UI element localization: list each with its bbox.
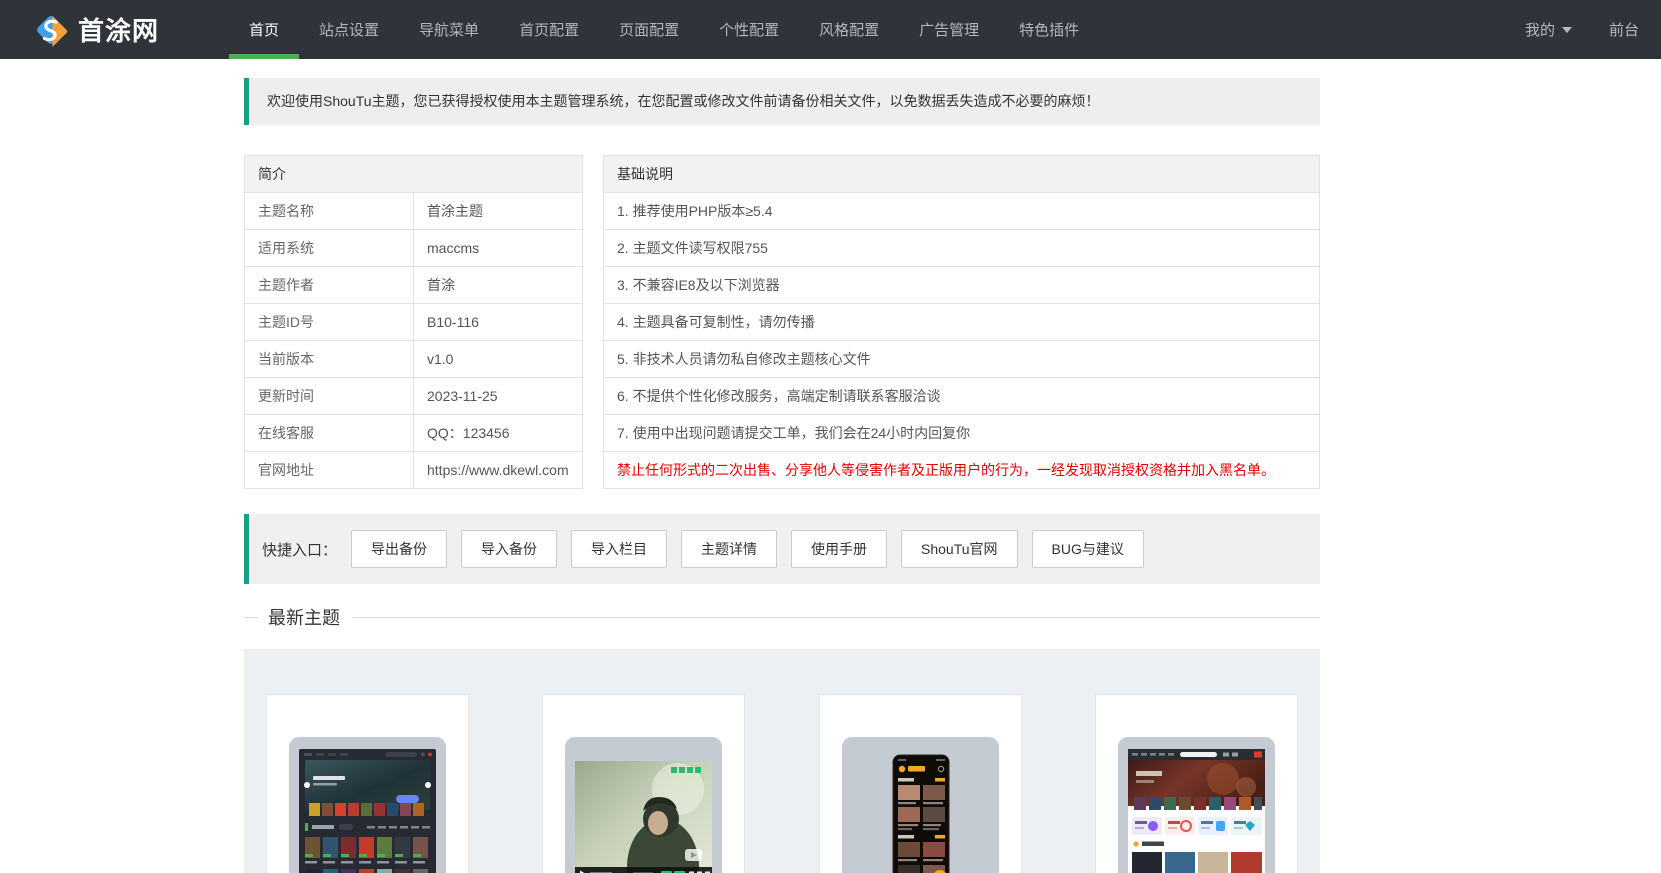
row-label: 主题ID号 bbox=[244, 303, 414, 341]
table-row: 更新时间 2023-11-25 bbox=[244, 377, 583, 415]
row-value: QQ：123456 bbox=[413, 414, 583, 452]
info-tables-row: 简介 主题名称 首涂主题 适用系统 maccms 主题作者 首涂 主题ID号 B… bbox=[244, 155, 1320, 489]
table-row: 主题作者 首涂 bbox=[244, 266, 583, 304]
table-row: 4. 主题具备可复制性，请勿传播 bbox=[603, 303, 1320, 341]
heading-rule bbox=[353, 616, 1320, 618]
logo[interactable]: 首涂网 bbox=[33, 11, 159, 48]
nav-tab[interactable]: 特色插件 bbox=[999, 0, 1099, 59]
user-menu-label: 我的 bbox=[1524, 22, 1555, 39]
nav-tab[interactable]: 导航菜单 bbox=[399, 0, 499, 59]
quick-entry-button[interactable]: 主题详情 bbox=[681, 530, 778, 568]
theme-card-mobile-app[interactable] bbox=[818, 694, 1022, 873]
note-text: 1. 推荐使用PHP版本≥5.4 bbox=[603, 192, 1320, 230]
warning-row: 禁止任何形式的二次出售、分享他人等侵害作者及正版用户的行为，一经发现取消授权资格… bbox=[603, 451, 1320, 489]
row-label: 官网地址 bbox=[244, 451, 414, 489]
table-row: 主题ID号 B10-116 bbox=[244, 303, 583, 341]
nav-tab[interactable]: 站点设置 bbox=[299, 0, 399, 59]
quick-entry-button[interactable]: 使用手册 bbox=[791, 530, 888, 568]
row-value: 2023-11-25 bbox=[413, 377, 583, 415]
quick-entry-section: 快捷入口： 导出备份 导入备份 导入栏目 主题详情 使用手册 ShouTu官网 BUG与建议 bbox=[244, 514, 1320, 584]
nav-tab[interactable]: 风格配置 bbox=[799, 0, 899, 59]
welcome-alert-text: 欢迎使用ShouTu主题，您已获得授权使用本主题管理系统，在您配置或修改文件前请… bbox=[267, 93, 1100, 109]
main-content: 欢迎使用ShouTu主题，您已获得授权使用本主题管理系统，在您配置或修改文件前请… bbox=[244, 78, 1320, 873]
row-label: 主题名称 bbox=[244, 192, 414, 230]
nav-tab[interactable]: 首页 bbox=[229, 0, 300, 59]
note-text: 4. 主题具备可复制性，请勿传播 bbox=[603, 303, 1320, 341]
theme-3-thumbnail bbox=[892, 754, 950, 873]
notes-table-header: 基础说明 bbox=[603, 155, 1320, 193]
intro-table: 简介 主题名称 首涂主题 适用系统 maccms 主题作者 首涂 主题ID号 B… bbox=[244, 155, 583, 489]
theme-card-dark-movie-site[interactable] bbox=[266, 694, 469, 873]
quick-entry-button[interactable]: 导入备份 bbox=[461, 530, 558, 568]
note-text: 5. 非技术人员请勿私自修改主题核心文件 bbox=[603, 340, 1320, 378]
device-frame bbox=[1117, 737, 1275, 873]
latest-themes-heading: 最新主题 bbox=[244, 606, 1320, 628]
device-frame bbox=[841, 737, 999, 873]
table-row: 在线客服 QQ：123456 bbox=[244, 414, 583, 452]
table-row: 2. 主题文件读写权限755 bbox=[603, 229, 1320, 267]
row-label: 在线客服 bbox=[244, 414, 414, 452]
table-row: 1. 推荐使用PHP版本≥5.4 bbox=[603, 192, 1320, 230]
table-row: 7. 使用中出现问题请提交工单，我们会在24小时内回复你 bbox=[603, 414, 1320, 452]
row-value: 首涂 bbox=[413, 266, 583, 304]
top-navbar: 首涂网 首页 站点设置 导航菜单 首页配置 页面配置 个性配置 风格配置 广告管理 特色插件 我… bbox=[0, 0, 1661, 59]
table-row: 官网地址 https://www.dkewl.com bbox=[244, 451, 583, 489]
nav-tab[interactable]: 页面配置 bbox=[599, 0, 699, 59]
nav-tab[interactable]: 个性配置 bbox=[699, 0, 799, 59]
device-frame bbox=[289, 737, 446, 873]
navbar-right: 我的 前台 bbox=[1525, 19, 1661, 40]
intro-table-header: 简介 bbox=[244, 155, 583, 193]
quick-entry-label: 快捷入口： bbox=[262, 541, 338, 559]
main-menu: 首页 站点设置 导航菜单 首页配置 页面配置 个性配置 风格配置 广告管理 特色插件 bbox=[229, 0, 1099, 59]
theme-2-thumbnail bbox=[575, 761, 713, 873]
frontend-link[interactable]: 前台 bbox=[1609, 19, 1639, 40]
table-row: 5. 非技术人员请勿私自修改主题核心文件 bbox=[603, 340, 1320, 378]
page-section-title: 最新主题 bbox=[268, 608, 340, 628]
row-value: 首涂主题 bbox=[413, 192, 583, 230]
logo-icon bbox=[37, 15, 68, 47]
note-text: 7. 使用中出现问题请提交工单，我们会在24小时内回复你 bbox=[603, 414, 1320, 452]
theme-card-video-player[interactable] bbox=[542, 694, 746, 873]
notes-table: 基础说明 1. 推荐使用PHP版本≥5.4 2. 主题文件读写权限755 3. … bbox=[603, 155, 1320, 489]
row-value: https://www.dkewl.com bbox=[413, 451, 583, 489]
table-row: 当前版本 v1.0 bbox=[244, 340, 583, 378]
note-text: 2. 主题文件读写权限755 bbox=[603, 229, 1320, 267]
latest-themes-panel bbox=[244, 649, 1320, 873]
device-frame bbox=[565, 737, 723, 873]
logo-text: 首涂网 bbox=[78, 16, 160, 46]
row-value: v1.0 bbox=[413, 340, 583, 378]
nav-tab[interactable]: 首页配置 bbox=[499, 0, 599, 59]
table-row: 适用系统 maccms bbox=[244, 229, 583, 267]
quick-entry-button[interactable]: BUG与建议 bbox=[1031, 530, 1144, 568]
theme-4-thumbnail bbox=[1127, 749, 1265, 873]
heading-dash bbox=[244, 616, 258, 618]
user-menu[interactable]: 我的 bbox=[1525, 19, 1572, 40]
note-text: 3. 不兼容IE8及以下浏览器 bbox=[603, 266, 1320, 304]
row-label: 主题作者 bbox=[244, 266, 414, 304]
table-row: 主题名称 首涂主题 bbox=[244, 192, 583, 230]
nav-tab[interactable]: 广告管理 bbox=[899, 0, 999, 59]
theme-1-thumbnail bbox=[299, 749, 436, 873]
row-label: 当前版本 bbox=[244, 340, 414, 378]
row-value: maccms bbox=[413, 229, 583, 267]
table-row: 3. 不兼容IE8及以下浏览器 bbox=[603, 266, 1320, 304]
row-label: 更新时间 bbox=[244, 377, 414, 415]
row-label: 适用系统 bbox=[244, 229, 414, 267]
note-text: 禁止任何形式的二次出售、分享他人等侵害作者及正版用户的行为，一经发现取消授权资格… bbox=[603, 451, 1320, 489]
chevron-down-icon bbox=[1561, 26, 1572, 33]
quick-entry-buttons: 导出备份 导入备份 导入栏目 主题详情 使用手册 ShouTu官网 BUG与建议 bbox=[351, 530, 1144, 568]
row-value: B10-116 bbox=[413, 303, 583, 341]
quick-entry-button[interactable]: ShouTu官网 bbox=[901, 530, 1018, 568]
note-text: 6. 不提供个性化修改服务，高端定制请联系客服洽谈 bbox=[603, 377, 1320, 415]
welcome-alert: 欢迎使用ShouTu主题，您已获得授权使用本主题管理系统，在您配置或修改文件前请… bbox=[244, 78, 1320, 125]
quick-entry-button[interactable]: 导入栏目 bbox=[571, 530, 668, 568]
table-row: 6. 不提供个性化修改服务，高端定制请联系客服洽谈 bbox=[603, 377, 1320, 415]
theme-card-portal-site[interactable] bbox=[1094, 694, 1298, 873]
quick-entry-button[interactable]: 导出备份 bbox=[351, 530, 448, 568]
